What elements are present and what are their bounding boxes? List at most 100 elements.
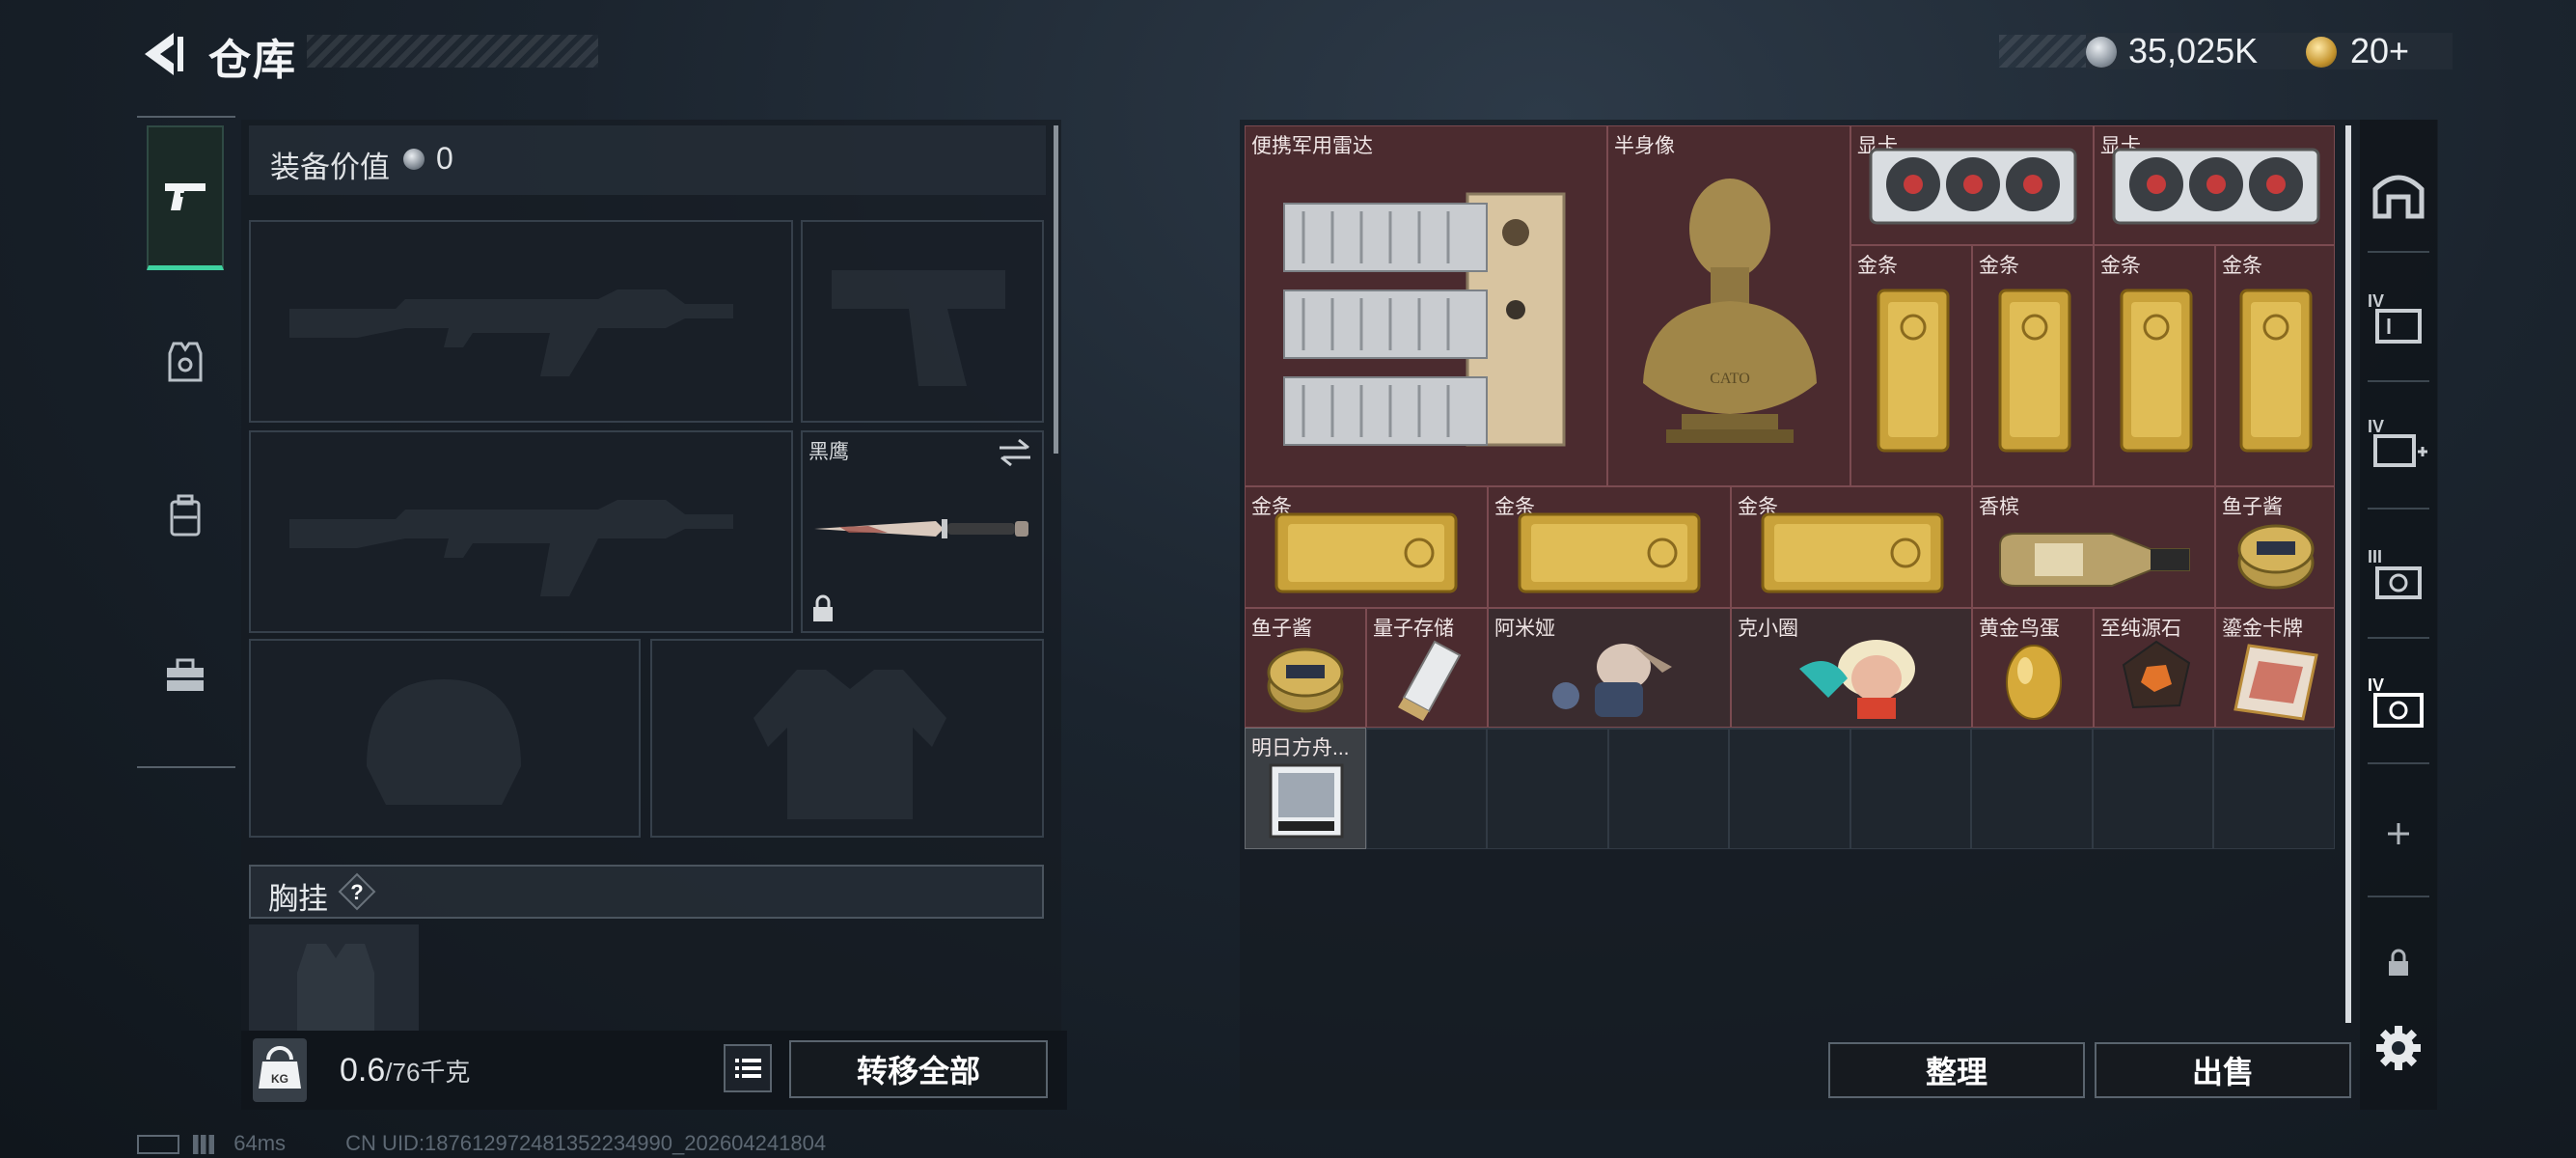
rifle-silhouette-icon xyxy=(289,500,733,596)
stash-item-bust[interactable]: 半身像 CATO xyxy=(1607,125,1850,486)
helmet-slot[interactable] xyxy=(249,639,641,838)
stash-item-gold-bar[interactable]: 金条 xyxy=(2215,245,2335,486)
page-title: 仓库 xyxy=(208,37,297,84)
chest-rig-slot[interactable] xyxy=(249,924,419,1031)
svg-text:IV: IV xyxy=(2368,291,2384,311)
stash-item-gold-bar[interactable]: 金条 xyxy=(1245,486,1488,608)
stash-item-gold-bar[interactable]: 金条 xyxy=(2094,245,2215,486)
signal-icon xyxy=(193,1135,215,1155)
currency-decoration xyxy=(1999,35,2086,68)
gold-bar-icon xyxy=(1518,512,1701,593)
stash-item-radar[interactable]: 便携军用雷达 xyxy=(1245,125,1607,486)
armor-slot[interactable] xyxy=(650,639,1044,838)
stash-item-golden-egg[interactable]: 黄金鸟蛋 xyxy=(1972,608,2094,728)
tab-backpack[interactable] xyxy=(147,444,224,589)
silver-balance[interactable]: 35,025K xyxy=(2128,31,2258,71)
primary-weapon-slot[interactable] xyxy=(249,220,793,423)
stash-item-caviar[interactable]: 鱼子酱 xyxy=(2215,486,2335,608)
tab-toolbox[interactable] xyxy=(147,603,224,748)
stash-grid-cell[interactable] xyxy=(1365,729,1487,849)
back-arrow-icon xyxy=(145,33,183,75)
caviar-tin-icon xyxy=(1267,648,1344,713)
melee-slot[interactable]: 黑鹰 xyxy=(801,430,1044,633)
stash-item-champagne[interactable]: 香槟 xyxy=(1972,486,2215,608)
equipment-value: 0 xyxy=(436,141,453,176)
stash-item-amiya[interactable]: 阿米娅 xyxy=(1488,608,1731,728)
secondary-weapon-slot[interactable] xyxy=(801,220,1044,423)
tab-weapons[interactable] xyxy=(147,125,224,270)
melee-name: 黑鹰 xyxy=(808,441,849,463)
carry-weight: 0.6/76千克 xyxy=(340,1052,470,1089)
swap-icon[interactable] xyxy=(996,438,1034,467)
gpu-icon xyxy=(2112,148,2320,225)
tab-stash-page-iv-c[interactable]: IV xyxy=(2360,645,2437,760)
list-view-button[interactable] xyxy=(724,1044,772,1092)
chest-rig-label: 胸挂 xyxy=(268,882,328,916)
stash-item-gpu-1[interactable]: 显卡 xyxy=(1850,125,2094,245)
stash-item-ke-xiao-quan[interactable]: 克小圈 xyxy=(1731,608,1972,728)
stash-item-quantum-storage[interactable]: 量子存储 xyxy=(1366,608,1488,728)
item-label: 金条 xyxy=(2222,255,2262,277)
stash-item-gpu-2[interactable]: 显卡 xyxy=(2094,125,2335,245)
stash-item-gold-bar[interactable]: 金条 xyxy=(1972,245,2094,486)
stash-item-gold-bar[interactable]: 金条 xyxy=(1850,245,1972,486)
add-page-icon xyxy=(2388,823,2409,844)
stash-grid-cell[interactable] xyxy=(2213,729,2335,849)
settings-gear-icon xyxy=(2376,1026,2421,1070)
status-bar: 64ms CN UID:187612972481352234990_202604… xyxy=(137,1131,826,1156)
tab-armor-vest[interactable] xyxy=(147,290,224,434)
stash-grid-cell[interactable] xyxy=(2092,729,2213,849)
bust-icon: CATO xyxy=(1643,179,1817,443)
caviar-tin-icon xyxy=(2237,524,2315,590)
item-label: 香槟 xyxy=(1979,496,2019,518)
golden-egg-icon xyxy=(2006,645,2062,720)
stash-item-arknights-album[interactable]: 明日方舟... xyxy=(1245,728,1366,849)
stash-page-iii-icon: III xyxy=(2368,547,2422,599)
stash-grid-cell[interactable] xyxy=(1850,729,1971,849)
gold-bar-icon xyxy=(1998,289,2071,453)
item-label: 便携军用雷达 xyxy=(1251,135,1373,157)
toolbox-icon xyxy=(167,658,204,691)
stash-grid-cell[interactable] xyxy=(1729,729,1850,849)
ping: 64ms xyxy=(233,1131,287,1155)
settings-button[interactable] xyxy=(2360,990,2437,1106)
stash-item-originium[interactable]: 至纯源石 xyxy=(2094,608,2215,728)
secondary-rifle-slot[interactable] xyxy=(249,430,793,633)
stash-item-caviar[interactable]: 鱼子酱 xyxy=(1245,608,1366,728)
carry-weight-max: /76千克 xyxy=(385,1058,471,1087)
item-label: 金条 xyxy=(1857,255,1898,277)
stash-item-gilded-card[interactable]: 鎏金卡牌 xyxy=(2215,608,2335,728)
stash-scrollbar[interactable] xyxy=(2345,125,2351,1023)
chest-rig-silhouette-icon xyxy=(297,944,374,1031)
tab-stash-page-iv-a[interactable]: IV xyxy=(2360,261,2437,376)
user-uid: CN UID:187612972481352234990_20260424180… xyxy=(345,1131,827,1155)
back-button[interactable] xyxy=(135,27,185,81)
stash-grid-cell[interactable] xyxy=(1607,729,1729,849)
svg-text:IV: IV xyxy=(2368,417,2384,436)
tab-stash-page-iv-b[interactable]: IV xyxy=(2360,386,2437,502)
card-icon xyxy=(2233,644,2318,721)
stash-item-gold-bar[interactable]: 金条 xyxy=(1731,486,1972,608)
sell-button[interactable]: 出售 xyxy=(2095,1042,2351,1098)
radar-icon xyxy=(1283,192,1566,447)
stash-grid-cell[interactable] xyxy=(1971,729,2093,849)
knife-icon xyxy=(814,519,1028,538)
stash-page-iv-med-icon: IV xyxy=(2368,417,2427,467)
equipment-scrollbar[interactable] xyxy=(1054,125,1058,454)
gold-bar-icon xyxy=(1761,512,1944,593)
stash-tab-icon xyxy=(2372,175,2425,219)
stash-grid-cell[interactable] xyxy=(1487,729,1608,849)
sort-button[interactable]: 整理 xyxy=(1828,1042,2085,1098)
lock-icon xyxy=(2389,949,2408,976)
tab-stash-page-iii[interactable]: III xyxy=(2360,516,2437,632)
gold-bar-icon xyxy=(1274,512,1458,593)
carry-weight-value: 0.6 xyxy=(340,1052,386,1089)
help-icon[interactable]: ? xyxy=(338,872,376,911)
stash-item-gold-bar[interactable]: 金条 xyxy=(1488,486,1731,608)
cd-album-icon xyxy=(1269,763,1344,839)
stash-page-iv-active-icon: IV xyxy=(2368,676,2424,728)
transfer-all-button[interactable]: 转移全部 xyxy=(789,1040,1048,1098)
gold-balance[interactable]: 20+ xyxy=(2350,31,2409,71)
tab-stash-main[interactable] xyxy=(2360,135,2437,251)
add-page-button[interactable] xyxy=(2360,776,2437,892)
